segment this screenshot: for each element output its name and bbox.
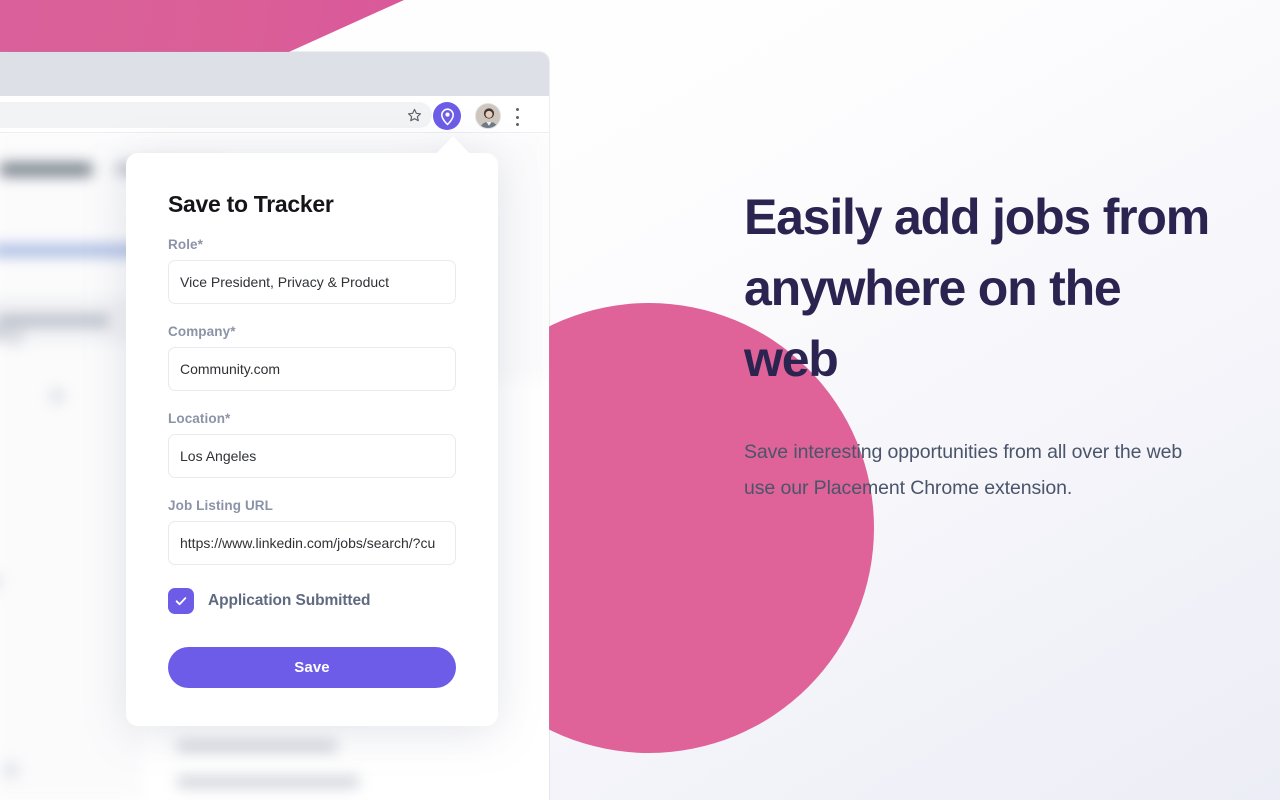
- marketing-body: Save interesting opportunities from all …: [744, 441, 1183, 500]
- company-input[interactable]: Community.com: [168, 347, 456, 392]
- popup-title: Save to Tracker: [168, 191, 334, 217]
- role-input[interactable]: Vice President, Privacy & Product: [168, 260, 456, 305]
- application-submitted-label: Application Submitted: [208, 592, 371, 610]
- extension-popup: Save to Tracker Role* Vice President, Pr…: [126, 136, 498, 726]
- save-button[interactable]: Save: [168, 647, 456, 689]
- application-submitted-checkbox[interactable]: [168, 588, 194, 615]
- browser-toolbar: [0, 96, 549, 133]
- bookmark-star-icon[interactable]: [407, 108, 422, 123]
- field-label-job-url: Job Listing URL: [168, 498, 273, 514]
- url-bar[interactable]: [0, 102, 432, 128]
- field-company: Company* Community.com: [168, 324, 456, 392]
- location-pin-icon[interactable]: [433, 102, 461, 130]
- job-listing-url-input[interactable]: https://www.linkedin.com/jobs/search/?cu: [168, 521, 456, 566]
- location-input[interactable]: Los Angeles: [168, 434, 456, 479]
- kebab-menu-icon[interactable]: [515, 108, 519, 126]
- popup-arrow: [436, 136, 470, 154]
- field-job-url: Job Listing URL https://www.linkedin.com…: [168, 498, 456, 566]
- field-label-company: Company*: [168, 324, 236, 340]
- field-role: Role* Vice President, Privacy & Product: [168, 237, 456, 305]
- application-submitted-row[interactable]: Application Submitted: [168, 588, 456, 615]
- marketing-heading: Easily add jobs from anywhere on the web: [744, 189, 1210, 387]
- check-icon: [175, 597, 187, 606]
- user-avatar[interactable]: [475, 103, 501, 129]
- field-label-role: Role*: [168, 237, 204, 253]
- field-location: Location* Los Angeles: [168, 411, 456, 479]
- marketing-panel: Easily add jobs from anywhere on the web…: [744, 182, 1214, 507]
- browser-tab-bar[interactable]: [0, 52, 549, 96]
- field-label-location: Location*: [168, 411, 231, 427]
